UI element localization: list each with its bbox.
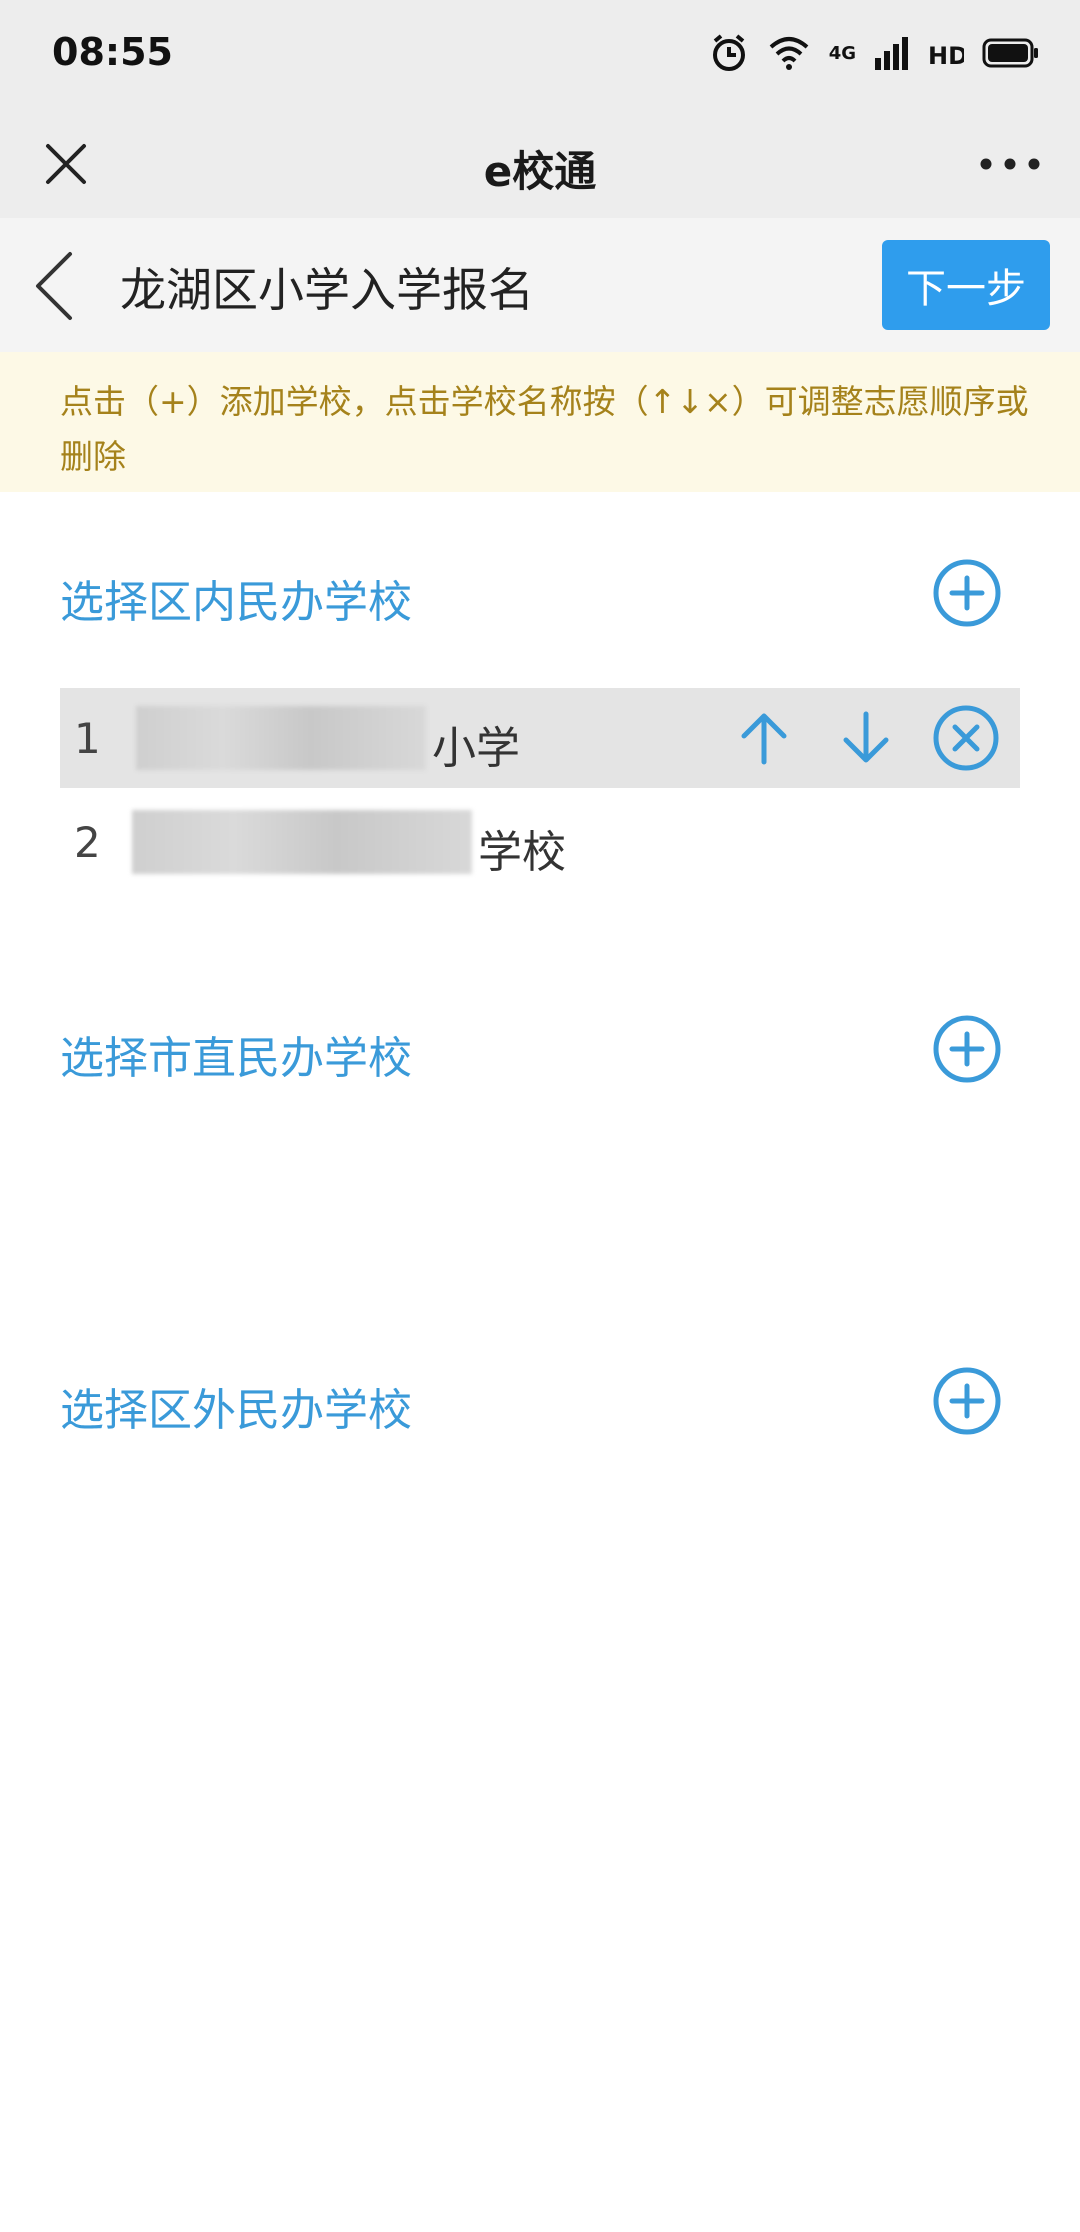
section-city-private: 选择市直民办学校 [0, 988, 1080, 1108]
plus-circle-icon [933, 559, 1001, 627]
plus-circle-icon [933, 1367, 1001, 1435]
network-type: 4G [828, 42, 856, 64]
move-up-button[interactable] [730, 704, 798, 772]
school-row[interactable]: 2 学校 [60, 792, 1020, 892]
remove-school-button[interactable] [932, 704, 1000, 772]
arrow-down-icon [843, 711, 889, 763]
svg-text:HD: HD [928, 42, 964, 70]
signal-icon [875, 37, 908, 70]
add-school-button[interactable] [932, 1014, 1002, 1084]
status-bar: 08:55 4G HD [0, 0, 1080, 110]
more-icon [980, 158, 1040, 170]
more-button[interactable] [970, 132, 1050, 196]
add-school-button[interactable] [932, 558, 1002, 628]
school-name-redacted [136, 706, 426, 770]
back-button[interactable] [24, 246, 84, 326]
next-step-button[interactable]: 下一步 [882, 240, 1050, 330]
section-title: 选择市直民办学校 [60, 1033, 412, 1084]
hd-icon: HD [928, 42, 964, 70]
section-title: 选择区内民办学校 [60, 577, 412, 628]
status-time: 08:55 [52, 30, 173, 74]
wechat-bar: e校通 [0, 110, 1080, 218]
section-district-private: 选择区内民办学校 [0, 532, 1080, 652]
row-index: 1 [74, 714, 101, 763]
page-title: 龙湖区小学入学报名 [120, 263, 534, 317]
close-circle-icon [933, 705, 999, 771]
school-name-redacted [132, 810, 472, 874]
app-title: e校通 [483, 147, 597, 196]
move-down-button[interactable] [832, 704, 900, 772]
status-icons: 4G HD [709, 30, 1040, 76]
school-name-suffix: 学校 [478, 827, 566, 878]
school-name-suffix: 小学 [432, 723, 520, 774]
add-school-button[interactable] [932, 1366, 1002, 1436]
section-title: 选择区外民办学校 [60, 1385, 412, 1436]
school-row[interactable]: 1 小学 [60, 688, 1020, 788]
section-outside-district-private: 选择区外民办学校 [0, 1340, 1080, 1460]
wifi-icon [769, 37, 809, 70]
arrow-up-icon [741, 713, 787, 765]
row-index: 2 [74, 818, 101, 867]
alarm-icon [712, 34, 745, 71]
battery-icon [982, 38, 1038, 68]
plus-circle-icon [933, 1015, 1001, 1083]
page-header: 龙湖区小学入学报名 下一步 [0, 218, 1080, 352]
notice-banner: 点击（+）添加学校，点击学校名称按（↑↓×）可调整志愿顺序或删除 [0, 352, 1080, 492]
chevron-left-icon [36, 252, 72, 320]
